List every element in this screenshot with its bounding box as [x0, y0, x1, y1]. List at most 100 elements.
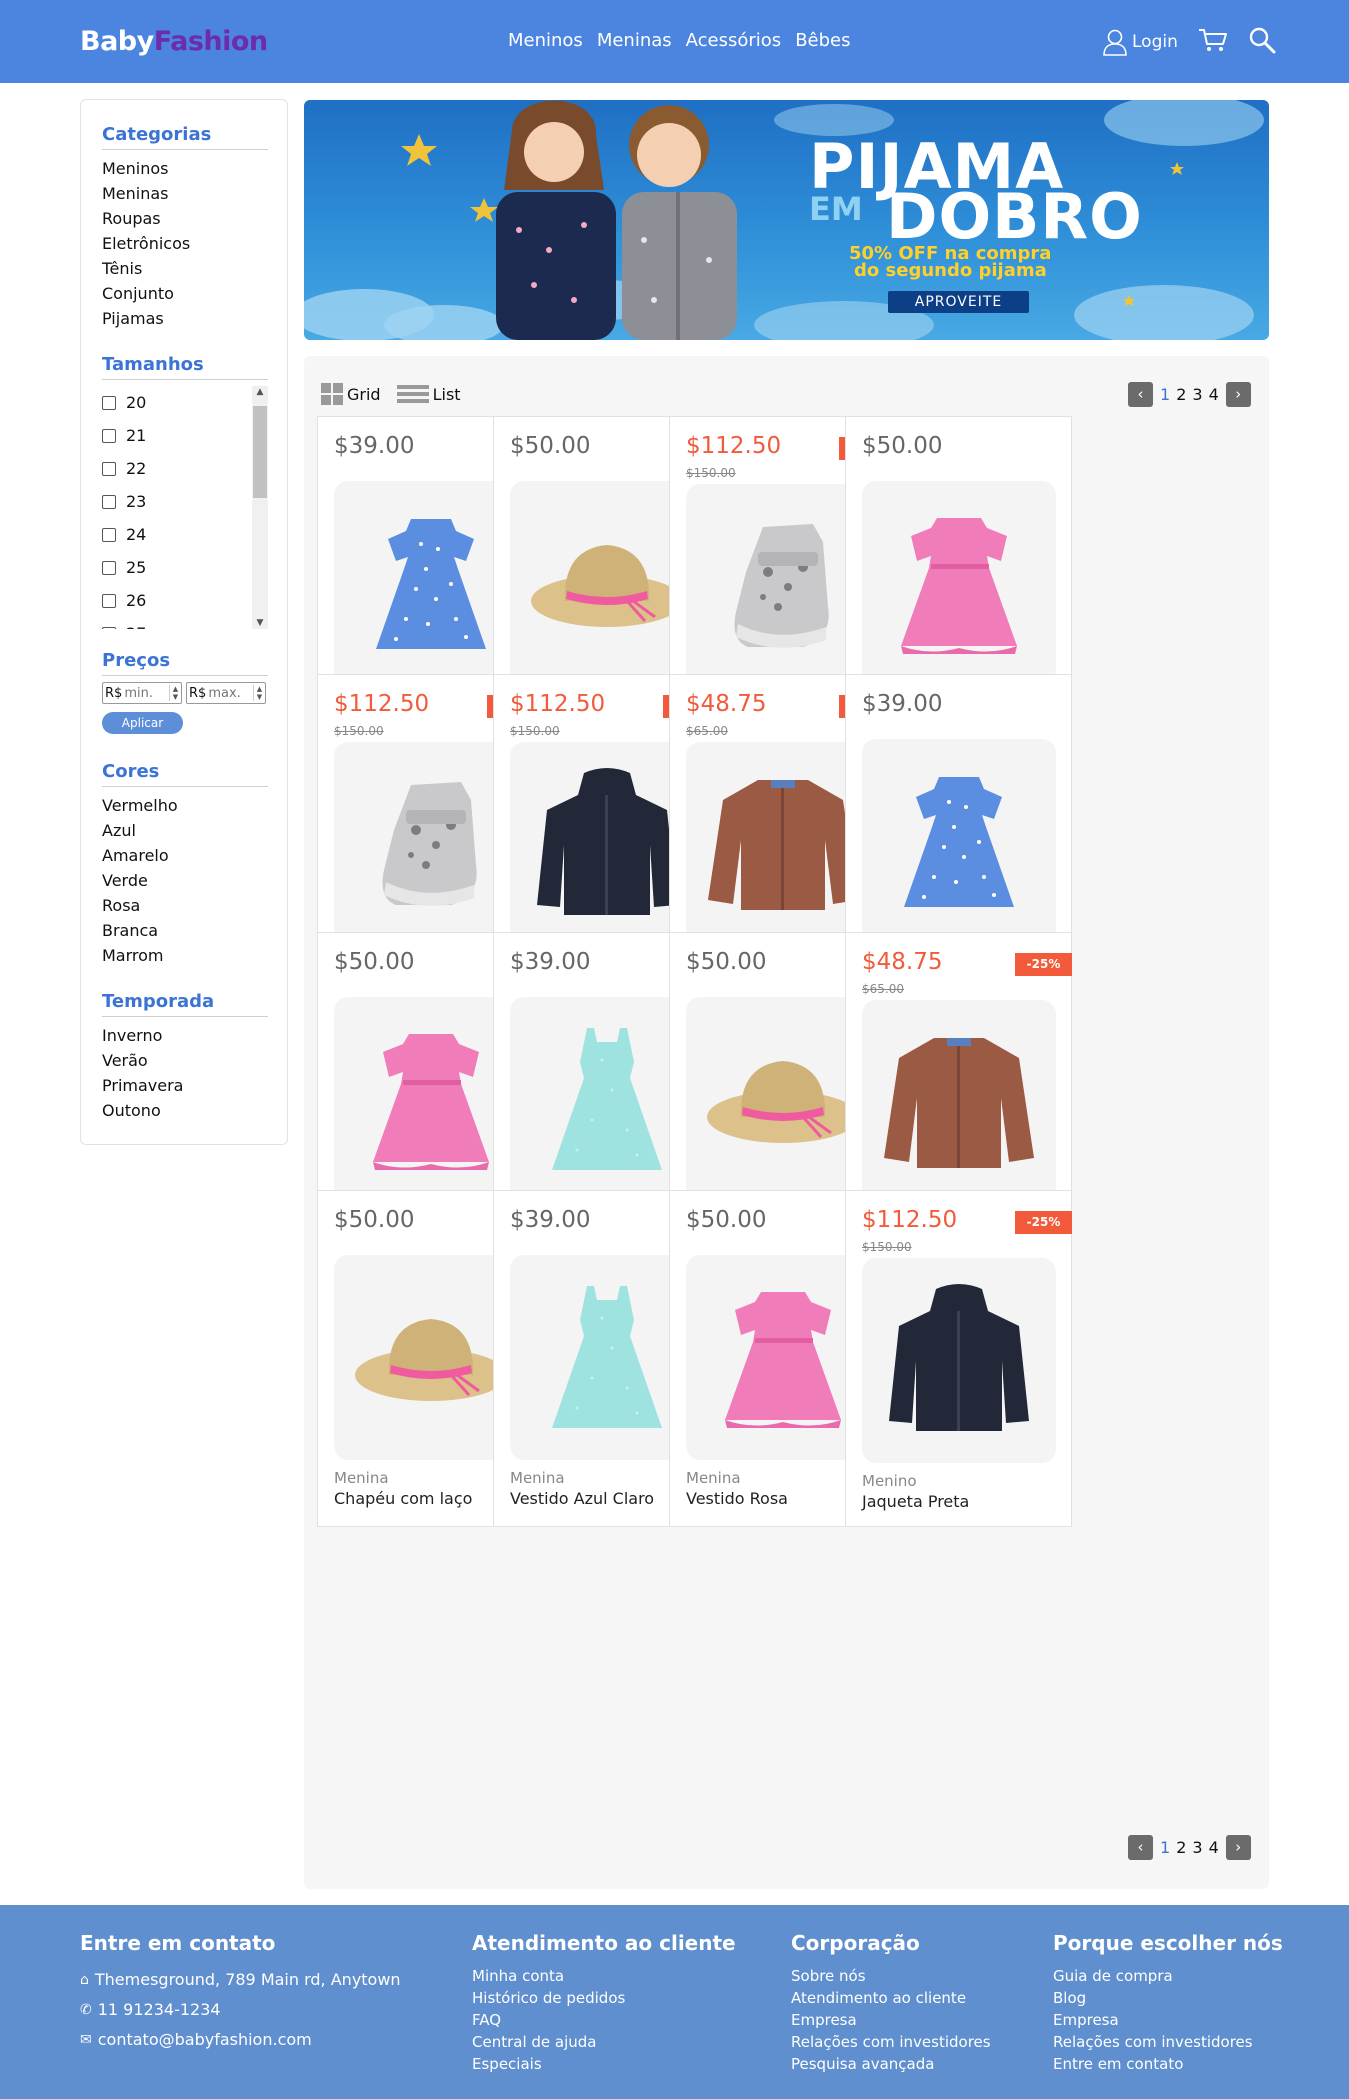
- footer-link[interactable]: Blog: [1053, 1987, 1283, 2009]
- apply-price-button[interactable]: Aplicar: [102, 712, 183, 734]
- cart-button[interactable]: [1198, 27, 1228, 57]
- categoria-item[interactable]: Meninas: [102, 181, 268, 206]
- checkbox[interactable]: [102, 395, 116, 410]
- checkbox[interactable]: [102, 494, 116, 509]
- scroll-up-icon[interactable]: ▲: [254, 387, 266, 397]
- filter-temporada: Temporada Inverno Verão Primavera Outono: [102, 991, 268, 1123]
- page-link[interactable]: 4: [1209, 1838, 1219, 1857]
- page-link[interactable]: 2: [1176, 1838, 1186, 1857]
- cor-item[interactable]: Marrom: [102, 943, 268, 968]
- page-link[interactable]: 3: [1192, 385, 1202, 404]
- logo[interactable]: BabyFashion: [80, 26, 268, 57]
- size-option[interactable]: 26: [102, 584, 268, 617]
- size-option[interactable]: 25: [102, 551, 268, 584]
- page-link[interactable]: 4: [1209, 385, 1219, 404]
- footer-link[interactable]: Central de ajuda: [472, 2031, 736, 2053]
- sizes-scroll-list[interactable]: 20 21 22 23 24 25 26 27 ▲ ▼: [102, 386, 268, 629]
- size-option[interactable]: 21: [102, 419, 268, 452]
- product-name[interactable]: Chapéu com laço: [334, 1489, 472, 1508]
- checkbox[interactable]: [102, 593, 116, 608]
- nav-meninos[interactable]: Meninos: [508, 30, 583, 51]
- page-link[interactable]: 2: [1176, 385, 1186, 404]
- checkbox[interactable]: [102, 626, 116, 629]
- email-text[interactable]: contato@babyfashion.com: [98, 2025, 312, 2055]
- prev-page-icon[interactable]: ‹: [1128, 382, 1153, 407]
- categoria-item[interactable]: Roupas: [102, 206, 268, 231]
- page-link[interactable]: 1: [1160, 385, 1170, 404]
- list-view-button[interactable]: List: [396, 383, 461, 405]
- footer-link[interactable]: Relações com investidores: [791, 2031, 991, 2053]
- footer-link[interactable]: Entre em contato: [1053, 2053, 1283, 2075]
- footer-link[interactable]: Atendimento ao cliente: [791, 1987, 991, 2009]
- product-card[interactable]: $112.50 $150.00 -25% Menino Jaqueta Preta: [845, 1190, 1072, 1527]
- cor-item[interactable]: Azul: [102, 818, 268, 843]
- grid-view-button[interactable]: Grid: [321, 383, 381, 405]
- product-image[interactable]: [862, 1000, 1056, 1205]
- pagination-bottom: ‹ 1 2 3 4 ›: [1128, 1835, 1251, 1860]
- price-min-input[interactable]: R$ min. ▲ ▼: [102, 682, 182, 704]
- cor-item[interactable]: Vermelho: [102, 793, 268, 818]
- size-option[interactable]: 23: [102, 485, 268, 518]
- categoria-item[interactable]: Conjunto: [102, 281, 268, 306]
- cor-item[interactable]: Amarelo: [102, 843, 268, 868]
- temporada-item[interactable]: Verão: [102, 1048, 268, 1073]
- checkbox[interactable]: [102, 527, 116, 542]
- stepper-icon[interactable]: ▲ ▼: [169, 685, 181, 701]
- footer-link[interactable]: Minha conta: [472, 1965, 736, 1987]
- checkbox[interactable]: [102, 428, 116, 443]
- categoria-item[interactable]: Pijamas: [102, 306, 268, 331]
- size-option[interactable]: 24: [102, 518, 268, 551]
- scroll-down-icon[interactable]: ▼: [254, 618, 266, 628]
- checkbox[interactable]: [102, 560, 116, 575]
- page-link[interactable]: 3: [1192, 1838, 1202, 1857]
- footer-link[interactable]: Sobre nós: [791, 1965, 991, 1987]
- temporada-item[interactable]: Inverno: [102, 1023, 268, 1048]
- discount-badge: -25%: [1015, 953, 1072, 976]
- location-icon: ⌂: [80, 1972, 89, 1988]
- footer-link[interactable]: Relações com investidores: [1053, 2031, 1283, 2053]
- footer-link[interactable]: Especiais: [472, 2053, 736, 2075]
- footer-link[interactable]: FAQ: [472, 2009, 736, 2031]
- product-image[interactable]: [862, 1258, 1056, 1463]
- footer-link[interactable]: Guia de compra: [1053, 1965, 1283, 1987]
- cor-item[interactable]: Branca: [102, 918, 268, 943]
- product-image[interactable]: [862, 739, 1056, 944]
- cor-item[interactable]: Verde: [102, 868, 268, 893]
- grid-icon: [321, 383, 343, 405]
- search-button[interactable]: [1248, 26, 1276, 58]
- nav-meninas[interactable]: Meninas: [597, 30, 672, 51]
- nav-acessorios[interactable]: Acessórios: [686, 30, 782, 51]
- stepper-icon[interactable]: ▲ ▼: [253, 685, 265, 701]
- footer-link[interactable]: Empresa: [791, 2009, 991, 2031]
- sizes-scrollbar[interactable]: ▲ ▼: [252, 386, 268, 629]
- scroll-thumb[interactable]: [253, 406, 267, 498]
- product-image[interactable]: [862, 481, 1056, 686]
- banner-cta-button[interactable]: APROVEITE: [888, 291, 1029, 313]
- categoria-item[interactable]: Meninos: [102, 156, 268, 181]
- login-label: Login: [1132, 32, 1178, 52]
- cor-item[interactable]: Rosa: [102, 893, 268, 918]
- size-option[interactable]: 22: [102, 452, 268, 485]
- footer-link[interactable]: Pesquisa avançada: [791, 2053, 991, 2075]
- next-page-icon[interactable]: ›: [1225, 382, 1251, 407]
- promo-banner[interactable]: PIJAMA EM DOBRO 50% OFF na compra do seg…: [304, 100, 1269, 340]
- footer-link[interactable]: Histórico de pedidos: [472, 1987, 736, 2009]
- next-page-icon[interactable]: ›: [1225, 1835, 1251, 1860]
- categoria-item[interactable]: Tênis: [102, 256, 268, 281]
- product-name[interactable]: Jaqueta Preta: [862, 1492, 969, 1511]
- prev-page-icon[interactable]: ‹: [1128, 1835, 1153, 1860]
- footer-email[interactable]: ✉ contato@babyfashion.com: [80, 2025, 401, 2055]
- size-option[interactable]: 20: [102, 386, 268, 419]
- temporada-item[interactable]: Outono: [102, 1098, 268, 1123]
- product-name[interactable]: Vestido Rosa: [686, 1489, 788, 1508]
- product-name[interactable]: Vestido Azul Claro: [510, 1489, 654, 1508]
- login-link[interactable]: Login: [1102, 28, 1178, 56]
- categoria-item[interactable]: Eletrônicos: [102, 231, 268, 256]
- price-max-input[interactable]: R$ max. ▲ ▼: [186, 682, 266, 704]
- size-option[interactable]: 27: [102, 617, 268, 629]
- checkbox[interactable]: [102, 461, 116, 476]
- page-link[interactable]: 1: [1160, 1838, 1170, 1857]
- temporada-item[interactable]: Primavera: [102, 1073, 268, 1098]
- footer-link[interactable]: Empresa: [1053, 2009, 1283, 2031]
- nav-bebes[interactable]: Bêbes: [795, 30, 850, 51]
